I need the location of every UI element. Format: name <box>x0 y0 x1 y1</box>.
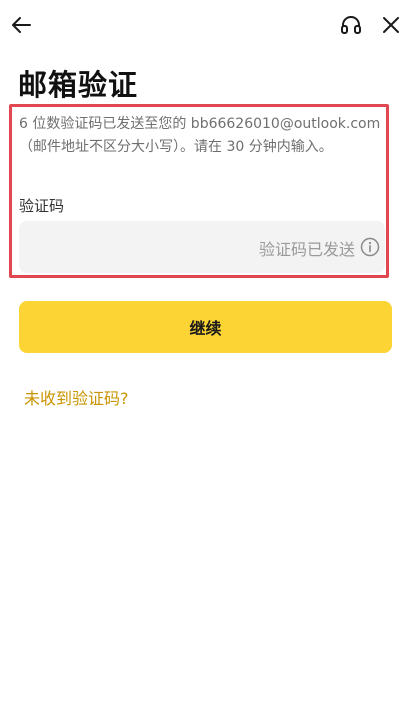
arrow-left-icon <box>12 17 31 33</box>
description-line-2: （邮件地址不区分大小写）。请在 30 分钟内输入。 <box>19 139 333 155</box>
top-bar <box>0 0 413 50</box>
page-title: 邮箱验证 <box>18 68 139 102</box>
close-icon <box>383 17 399 33</box>
verification-description: 6 位数验证码已发送至您的 bb66626010@outlook.com （邮件… <box>19 113 385 159</box>
back-button[interactable] <box>6 10 36 40</box>
continue-button[interactable]: 继续 <box>19 301 392 353</box>
verification-code-input[interactable] <box>31 221 241 273</box>
description-line-1: 6 位数验证码已发送至您的 bb66626010@outlook.com <box>19 116 381 132</box>
code-field-label: 验证码 <box>19 197 65 215</box>
resend-code-link[interactable]: 未收到验证码? <box>24 385 129 409</box>
code-sent-status: 验证码已发送 <box>258 240 355 259</box>
headset-icon <box>341 16 361 34</box>
code-input-container[interactable]: 验证码已发送 <box>19 221 385 273</box>
support-button[interactable] <box>336 10 366 40</box>
close-button[interactable] <box>376 10 406 40</box>
info-icon[interactable] <box>360 237 380 257</box>
